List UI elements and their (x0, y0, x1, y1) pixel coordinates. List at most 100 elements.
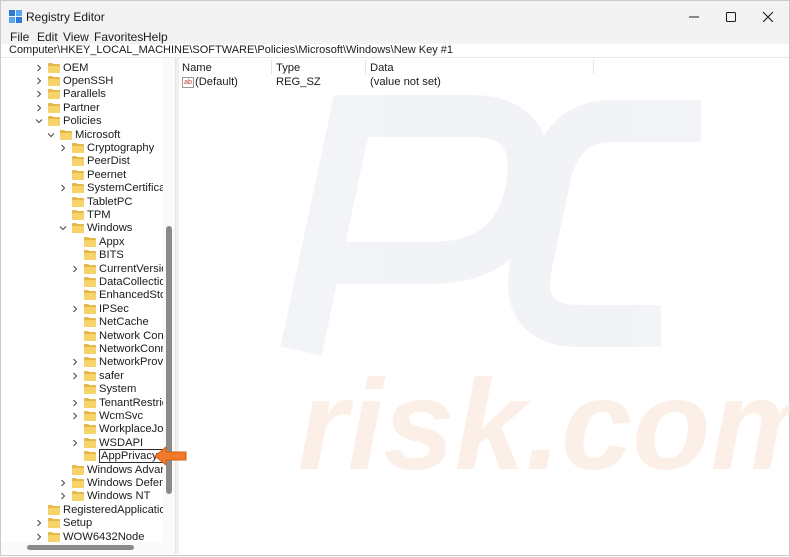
folder-icon (84, 330, 96, 341)
tree-expander[interactable] (34, 89, 44, 99)
tree-item[interactable]: Policies (34, 115, 102, 128)
folder-icon (48, 531, 60, 542)
address-path[interactable]: Computer\HKEY_LOCAL_MACHINE\SOFTWARE\Pol… (9, 44, 453, 56)
tree-item[interactable]: WorkplaceJoin (70, 423, 172, 436)
tree-item-label: IPSec (99, 302, 129, 315)
tree-expander[interactable] (34, 116, 44, 126)
menu-favorites[interactable]: Favorites (94, 30, 143, 44)
tree-item-label: BITS (99, 249, 124, 262)
tree-item[interactable]: NetworkConnec (70, 342, 175, 355)
tree-item[interactable]: Setup (34, 517, 92, 530)
tree-item[interactable]: TPM (58, 208, 111, 221)
registry-editor-window: Registry Editor File Edit View Favorites… (0, 0, 790, 556)
tree-expander[interactable] (58, 183, 68, 193)
column-divider[interactable] (271, 60, 272, 74)
tree-item[interactable]: AppPrivacy (70, 449, 164, 464)
chevron-right-icon (37, 90, 42, 98)
tree-item[interactable]: Peernet (58, 168, 126, 181)
tree-item[interactable]: OEM (34, 61, 88, 74)
tree-item[interactable]: Windows NT (58, 490, 150, 503)
tree-item[interactable]: Cryptography (58, 141, 154, 154)
tree-horizontal-scroll-thumb[interactable] (27, 545, 134, 550)
folder-icon (84, 357, 96, 368)
tree-item[interactable]: Windows Defende (58, 476, 175, 489)
column-divider[interactable] (593, 60, 594, 74)
tree-horizontal-scrollbar[interactable] (1, 542, 175, 554)
tree-item[interactable]: Network Conne (70, 329, 175, 342)
tree-item[interactable]: NetworkProvide (70, 356, 175, 369)
tree-item[interactable]: BITS (70, 249, 124, 262)
tree-expander[interactable] (58, 478, 68, 488)
folder-icon (48, 518, 60, 529)
chevron-down-icon (59, 226, 67, 231)
value-name[interactable]: (Default) (195, 76, 238, 90)
tree-item[interactable]: Windows (58, 222, 132, 235)
tree-item[interactable]: IPSec (70, 302, 129, 315)
folder-icon (72, 196, 84, 207)
value-data: (value not set) (370, 76, 441, 88)
tree-item-label: Windows Defende (87, 476, 175, 489)
tree-item[interactable]: OpenSSH (34, 74, 113, 87)
tree-item[interactable]: safer (70, 369, 124, 382)
tree-item[interactable]: RegisteredApplications (34, 503, 175, 516)
tree-item[interactable]: WcmSvc (70, 409, 143, 422)
tree-item[interactable]: System (70, 383, 136, 396)
tree-expander[interactable] (34, 103, 44, 113)
column-header-type[interactable]: Type (276, 62, 300, 74)
folder-icon (72, 464, 84, 475)
tree-item[interactable]: Appx (70, 235, 125, 248)
folder-icon (84, 451, 96, 462)
tree-expander[interactable] (70, 357, 80, 367)
tree-expander[interactable] (46, 130, 56, 140)
column-header-name[interactable]: Name (182, 62, 212, 74)
tree-item[interactable]: CurrentVersion (70, 262, 174, 275)
tree-item-label: Cryptography (87, 141, 155, 154)
menu-help[interactable]: Help (143, 30, 168, 44)
chevron-right-icon (37, 533, 42, 540)
tree-expander[interactable] (58, 223, 68, 233)
tree-expander[interactable] (70, 411, 80, 421)
tree-item[interactable]: Parallels (34, 88, 106, 101)
tree-expander[interactable] (70, 264, 80, 274)
tree-expander[interactable] (34, 76, 44, 86)
tree-item-label: Parallels (63, 88, 106, 101)
chevron-right-icon (73, 439, 78, 447)
tree-item[interactable]: TabletPC (58, 195, 132, 208)
tree-item[interactable]: PeerDist (58, 155, 130, 168)
tree-vertical-scrollbar[interactable] (163, 58, 175, 542)
tree-expander[interactable] (34, 518, 44, 528)
tree-item[interactable]: Partner (34, 101, 100, 114)
chevron-right-icon (73, 372, 78, 380)
chevron-right-icon (37, 519, 42, 527)
tree-expander[interactable] (58, 491, 68, 501)
tree-item[interactable]: WSDAPI (70, 436, 143, 449)
menu-bar: File Edit View Favorites Help (1, 28, 789, 44)
tree-expander[interactable] (70, 398, 80, 408)
tree-item-label: NetCache (99, 316, 149, 329)
tree-item[interactable]: TenantRestrictic (70, 396, 175, 409)
tree-item[interactable]: Microsoft (46, 128, 120, 141)
registry-icon (9, 10, 22, 23)
tree-item[interactable]: SystemCertificates (58, 182, 175, 195)
menu-file[interactable]: File (10, 30, 29, 44)
chevron-right-icon (73, 399, 78, 406)
folder-icon (84, 236, 96, 247)
menu-edit[interactable]: Edit (37, 30, 58, 44)
tree-item[interactable]: NetCache (70, 316, 149, 329)
chevron-right-icon (61, 184, 66, 192)
close-icon (763, 11, 773, 22)
tree-expander[interactable] (58, 143, 68, 153)
address-bar[interactable]: Computer\HKEY_LOCAL_MACHINE\SOFTWARE\Pol… (1, 44, 789, 58)
window-title: Registry Editor (26, 10, 105, 24)
tree-expander[interactable] (70, 304, 80, 314)
tree-expander[interactable] (34, 532, 44, 542)
tree-item[interactable]: EnhancedStorag (70, 289, 175, 302)
column-header-data[interactable]: Data (370, 62, 394, 74)
tree-item[interactable]: DataCollection (70, 275, 172, 288)
menu-view[interactable]: View (63, 30, 89, 44)
tree-expander[interactable] (70, 371, 80, 381)
column-divider[interactable] (365, 60, 366, 74)
tree-expander[interactable] (70, 438, 80, 448)
tree-item-label: System (99, 383, 137, 396)
tree-expander[interactable] (34, 63, 44, 73)
